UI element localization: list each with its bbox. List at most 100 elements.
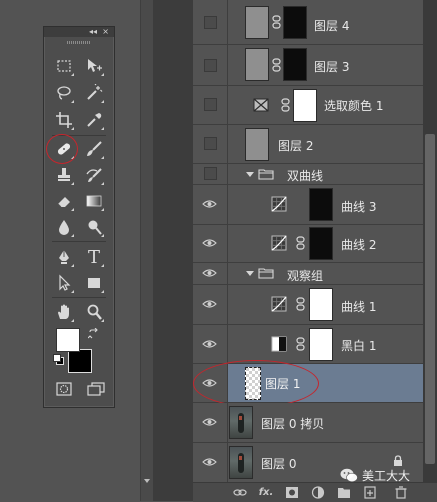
swap-colors-icon[interactable]	[87, 325, 100, 339]
pen-icon[interactable]	[53, 246, 75, 268]
crop-icon[interactable]	[53, 109, 75, 131]
group-name[interactable]: 观察组	[287, 267, 323, 284]
layer-row[interactable]: 图层 3	[193, 45, 423, 86]
visibility-toggle[interactable]	[193, 0, 228, 44]
visibility-toggle[interactable]	[193, 86, 228, 124]
background-color-swatch[interactable]	[68, 349, 92, 373]
layer-mask-thumbnail[interactable]	[283, 6, 307, 39]
eye-icon[interactable]	[202, 268, 217, 278]
scrollbar-thumb[interactable]	[425, 134, 435, 464]
add-mask-icon[interactable]	[285, 486, 299, 499]
mask-link-icon[interactable]	[296, 236, 305, 250]
visibility-toggle[interactable]	[193, 185, 228, 224]
layer-row[interactable]: 图层 0 拷贝	[193, 403, 423, 443]
layer-name[interactable]: 曲线 1	[341, 298, 376, 315]
brush-icon[interactable]	[83, 138, 105, 160]
group-expand-arrow-icon[interactable]	[246, 271, 254, 276]
dodge-icon[interactable]	[83, 216, 105, 238]
visibility-toggle[interactable]	[193, 325, 228, 363]
eraser-icon[interactable]	[53, 190, 75, 212]
layer-mask-thumbnail[interactable]	[309, 188, 333, 221]
magic-wand-icon[interactable]	[83, 82, 105, 104]
layer-name[interactable]: 黑白 1	[341, 337, 376, 354]
delete-layer-icon[interactable]	[394, 486, 408, 499]
eyedropper-icon[interactable]	[83, 109, 105, 131]
layer-thumbnail[interactable]	[245, 48, 269, 81]
layer-name[interactable]: 图层 0 拷贝	[261, 415, 324, 432]
layer-group-row[interactable]: 观察组	[193, 263, 423, 285]
layer-row[interactable]: 图层 2	[193, 125, 423, 164]
move-icon[interactable]	[83, 55, 105, 77]
layer-mask-thumbnail[interactable]	[309, 288, 333, 321]
eye-icon[interactable]	[202, 339, 217, 349]
layer-thumbnail[interactable]	[229, 406, 253, 439]
layer-style-fx-button[interactable]: fx.	[257, 486, 275, 499]
history-brush-icon[interactable]	[83, 164, 105, 186]
hand-icon[interactable]	[53, 301, 75, 323]
panel-grip-icon[interactable]	[67, 41, 91, 44]
gradient-icon[interactable]	[83, 190, 105, 212]
rectangle-shape-icon[interactable]	[83, 272, 105, 294]
layer-row[interactable]: 选取颜色 1	[193, 86, 423, 125]
layer-name[interactable]: 图层 3	[314, 58, 349, 75]
visibility-off-box[interactable]	[204, 16, 217, 29]
layer-name[interactable]: 图层 0	[261, 455, 296, 472]
layer-row[interactable]: 黑白 1	[193, 325, 423, 364]
eye-icon[interactable]	[202, 199, 217, 209]
visibility-toggle[interactable]	[193, 45, 228, 85]
scroll-down-arrow-icon[interactable]	[144, 479, 150, 483]
eye-icon[interactable]	[202, 457, 217, 467]
path-selection-icon[interactable]	[53, 272, 75, 294]
tools-panel-titlebar[interactable]: ◂◂ ×	[44, 27, 114, 37]
visibility-off-box[interactable]	[204, 59, 217, 72]
layers-vertical-scrollbar[interactable]	[423, 0, 437, 501]
eye-icon[interactable]	[202, 417, 217, 427]
default-colors-icon[interactable]	[53, 354, 64, 365]
layer-mask-thumbnail[interactable]	[293, 89, 317, 122]
mask-link-icon[interactable]	[296, 297, 305, 311]
visibility-off-box[interactable]	[204, 98, 217, 111]
zoom-icon[interactable]	[83, 301, 105, 323]
visibility-toggle[interactable]	[193, 225, 228, 262]
new-layer-icon[interactable]	[363, 486, 377, 499]
adjustment-layer-icon[interactable]	[311, 486, 325, 499]
mask-link-icon[interactable]	[272, 58, 281, 72]
lasso-icon[interactable]	[53, 82, 75, 104]
rectangular-marquee-icon[interactable]	[53, 55, 75, 77]
visibility-off-box[interactable]	[204, 137, 217, 150]
layer-group-row[interactable]: 双曲线	[193, 164, 423, 185]
new-group-folder-icon[interactable]	[337, 486, 351, 499]
layer-row[interactable]: 图层 4	[193, 0, 423, 45]
visibility-off-box[interactable]	[204, 167, 217, 180]
screen-mode-icon[interactable]	[86, 381, 106, 396]
layer-name[interactable]: 曲线 2	[341, 236, 376, 253]
layer-name[interactable]: 曲线 3	[341, 198, 376, 215]
close-panel-icon[interactable]: ×	[102, 27, 109, 37]
visibility-toggle[interactable]	[193, 164, 228, 184]
visibility-toggle[interactable]	[193, 443, 228, 482]
mask-link-icon[interactable]	[296, 337, 305, 351]
foreground-color-swatch[interactable]	[56, 328, 80, 352]
layer-name[interactable]: 选取颜色 1	[324, 97, 383, 114]
visibility-toggle[interactable]	[193, 285, 228, 324]
type-icon[interactable]: T	[83, 246, 105, 268]
layer-row[interactable]: 曲线 3	[193, 185, 423, 225]
layer-mask-thumbnail[interactable]	[309, 227, 333, 260]
layer-thumbnail[interactable]	[245, 128, 269, 161]
link-layers-icon[interactable]	[233, 486, 247, 499]
eye-icon[interactable]	[202, 299, 217, 309]
mask-link-icon[interactable]	[281, 98, 290, 112]
visibility-toggle[interactable]	[193, 125, 228, 163]
blur-icon[interactable]	[53, 216, 75, 238]
layer-mask-thumbnail[interactable]	[283, 48, 307, 81]
layer-mask-thumbnail[interactable]	[309, 328, 333, 361]
visibility-toggle[interactable]	[193, 403, 228, 442]
group-expand-arrow-icon[interactable]	[246, 172, 254, 177]
collapse-panel-icon[interactable]: ◂◂	[89, 27, 97, 37]
layer-name[interactable]: 图层 2	[278, 137, 313, 154]
mask-link-icon[interactable]	[272, 15, 281, 29]
clone-stamp-icon[interactable]	[53, 164, 75, 186]
group-name[interactable]: 双曲线	[287, 167, 323, 184]
layer-name[interactable]: 图层 4	[314, 17, 349, 34]
layer-thumbnail[interactable]	[229, 446, 253, 479]
